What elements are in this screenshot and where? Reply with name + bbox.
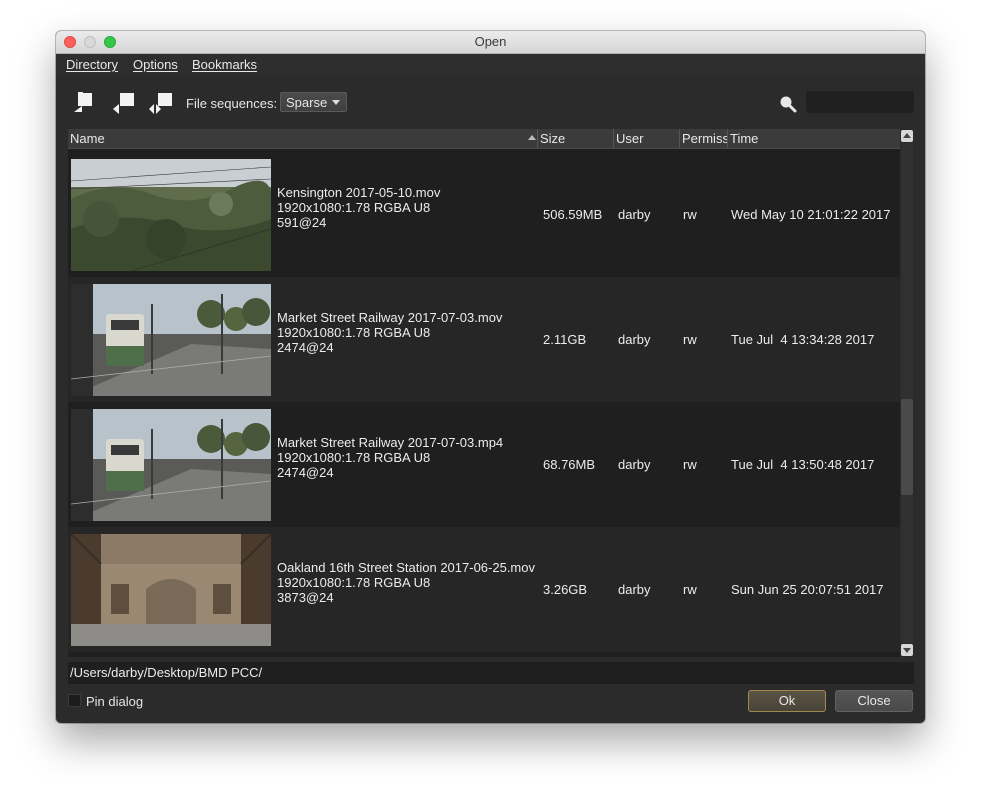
thumbnail-image	[71, 159, 271, 271]
close-window-button[interactable]	[64, 36, 76, 48]
file-permissions: rw	[683, 207, 697, 222]
file-name-cell: Market Street Railway 2017-07-03.mp4 192…	[277, 435, 503, 480]
title-bar: Open	[56, 31, 925, 54]
file-size: 3.26GB	[543, 582, 588, 597]
column-header-time-label: Time	[730, 131, 759, 146]
column-header-permissions-label: Permiss	[682, 131, 728, 146]
file-name: Kensington 2017-05-10.mov	[277, 185, 441, 200]
file-sequences-value: Sparse	[286, 95, 328, 110]
close-button[interactable]: Close	[835, 690, 913, 712]
table-row[interactable]: Market Street Railway 2017-07-03.mov 192…	[68, 277, 900, 402]
pin-dialog-checkbox[interactable]	[68, 694, 81, 707]
file-table: Name Size User Permiss Time Kensington 2…	[68, 129, 914, 657]
path-input[interactable]: /Users/darby/Desktop/BMD PCC/	[68, 662, 914, 684]
file-user: darby	[618, 332, 651, 347]
table-row[interactable]: Kensington 2017-05-10.mov 1920x1080:1.78…	[68, 152, 900, 277]
column-header-time[interactable]: Time	[728, 129, 900, 148]
file-name-cell: Market Street Railway 2017-07-03.mov 192…	[277, 310, 502, 355]
vertical-scrollbar[interactable]	[900, 129, 914, 657]
file-format: 1920x1080:1.78 RGBA U8	[277, 575, 431, 590]
scroll-down-icon[interactable]	[901, 644, 913, 656]
file-permissions: rw	[683, 332, 697, 347]
file-time: Tue Jul 4 13:50:48 2017	[731, 457, 875, 472]
file-size: 2.11GB	[543, 332, 587, 347]
menu-bar: Directory Options Bookmarks	[56, 54, 925, 76]
file-name: Oakland 16th Street Station 2017-06-25.m…	[277, 560, 535, 575]
thumbnail-image	[71, 534, 271, 646]
file-name-cell: Kensington 2017-05-10.mov 1920x1080:1.78…	[277, 185, 440, 230]
chevron-down-icon	[332, 100, 340, 105]
file-sequences-select[interactable]: Sparse	[280, 92, 347, 112]
file-frames: 591@24	[277, 215, 327, 230]
file-frames: 2474@24	[277, 340, 334, 355]
column-header-name[interactable]: Name	[68, 129, 538, 148]
folder-up-icon[interactable]	[72, 90, 98, 116]
file-format: 1920x1080:1.78 RGBA U8	[277, 450, 431, 465]
file-name: Market Street Railway 2017-07-03.mp4	[277, 435, 504, 450]
scrollbar-thumb[interactable]	[901, 399, 913, 495]
column-header-user[interactable]: User	[614, 129, 680, 148]
file-permissions: rw	[683, 457, 697, 472]
folder-back-icon[interactable]	[111, 90, 137, 116]
menu-directory[interactable]: Directory	[66, 57, 118, 72]
table-row[interactable]: Market Street Railway 2017-07-03.mp4 192…	[68, 402, 900, 527]
file-frames: 2474@24	[277, 465, 334, 480]
file-name: Market Street Railway 2017-07-03.mov	[277, 310, 503, 325]
file-time: Sun Jun 25 20:07:51 2017	[731, 582, 884, 597]
file-name-cell: Oakland 16th Street Station 2017-06-25.m…	[277, 560, 535, 605]
file-user: darby	[618, 457, 651, 472]
table-header: Name Size User Permiss Time	[68, 129, 900, 149]
column-header-permissions[interactable]: Permiss	[680, 129, 728, 148]
thumbnail-image	[71, 284, 271, 396]
file-frames: 3873@24	[277, 590, 334, 605]
path-value: /Users/darby/Desktop/BMD PCC/	[70, 665, 263, 680]
file-time: Wed May 10 21:01:22 2017	[731, 207, 891, 222]
scrollbar-track[interactable]	[901, 143, 913, 643]
file-format: 1920x1080:1.78 RGBA U8	[277, 200, 431, 215]
file-user: darby	[618, 582, 651, 597]
column-header-size-label: Size	[540, 131, 566, 146]
table-row[interactable]: Oakland 16th Street Station 2017-06-25.m…	[68, 527, 900, 652]
folder-forward-icon[interactable]	[148, 90, 174, 116]
search-input[interactable]	[806, 91, 914, 113]
zoom-window-button[interactable]	[104, 36, 116, 48]
toolbar: File sequences: Sparse	[56, 87, 925, 121]
menu-options[interactable]: Options	[133, 57, 178, 72]
open-dialog: Open Directory Options Bookmarks File se…	[56, 31, 925, 723]
search-icon	[778, 94, 798, 114]
window-title: Open	[474, 34, 507, 49]
file-size: 506.59MB	[543, 207, 603, 222]
column-header-size[interactable]: Size	[538, 129, 614, 148]
file-time: Tue Jul 4 13:34:28 2017	[731, 332, 875, 347]
file-format: 1920x1080:1.78 RGBA U8	[277, 325, 431, 340]
column-header-name-label: Name	[70, 131, 105, 146]
ok-button[interactable]: Ok	[748, 690, 826, 712]
scroll-up-icon[interactable]	[901, 130, 913, 142]
minimize-window-button[interactable]	[84, 36, 96, 48]
file-sequences-label: File sequences:	[186, 96, 278, 111]
thumbnail-image	[71, 409, 271, 521]
menu-bookmarks[interactable]: Bookmarks	[192, 57, 257, 72]
file-permissions: rw	[683, 582, 697, 597]
file-size: 68.76MB	[543, 457, 596, 472]
sort-ascending-icon	[528, 135, 536, 140]
file-user: darby	[618, 207, 651, 222]
column-header-user-label: User	[616, 131, 644, 146]
pin-dialog-label: Pin dialog	[86, 694, 144, 709]
